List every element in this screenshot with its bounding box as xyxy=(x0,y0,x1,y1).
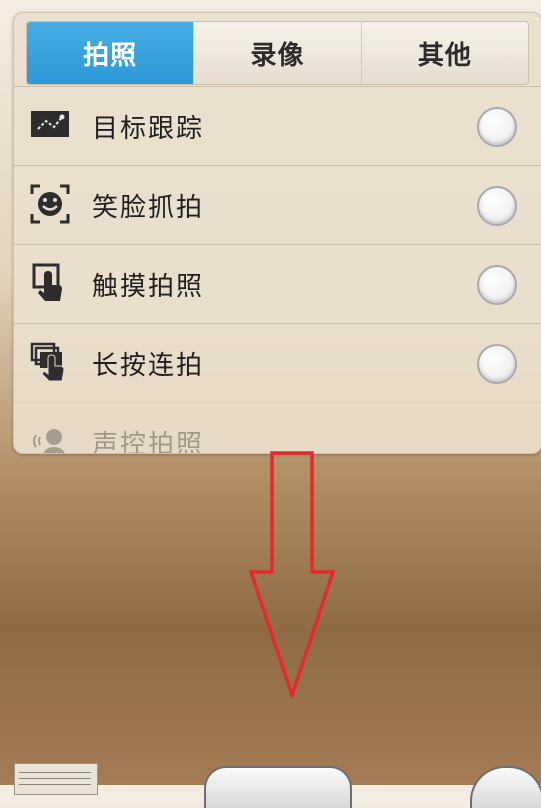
setting-label: 长按连拍 xyxy=(92,350,205,381)
setting-row-smile-capture[interactable]: 笑脸抓拍 xyxy=(14,165,541,244)
setting-row-target-tracking[interactable]: 目标跟踪 xyxy=(14,86,541,165)
target-tracking-toggle[interactable] xyxy=(477,107,517,147)
setting-label: 笑脸抓拍 xyxy=(92,192,205,223)
setting-label: 目标跟踪 xyxy=(92,113,205,144)
target-tracking-icon xyxy=(31,111,69,137)
tab-video[interactable]: 录像 xyxy=(193,22,360,84)
mode-tabs: 拍照 录像 其他 xyxy=(26,21,529,85)
smile-capture-toggle[interactable] xyxy=(477,186,517,226)
voice-control-icon xyxy=(33,429,65,453)
burst-shoot-toggle[interactable] xyxy=(477,344,517,384)
touch-shoot-toggle[interactable] xyxy=(477,265,517,305)
switch-camera-button[interactable] xyxy=(470,766,541,808)
setting-label: 声控拍照 xyxy=(92,429,205,454)
setting-row-burst-shoot[interactable]: 长按连拍 xyxy=(14,323,541,402)
tab-other[interactable]: 其他 xyxy=(360,22,528,84)
camera-settings-panel: 拍照 录像 其他 目标跟踪 笑脸抓拍 触摸拍照 长按连拍 声控拍照 xyxy=(13,12,541,454)
setting-label: 触摸拍照 xyxy=(92,271,205,302)
shutter-button[interactable] xyxy=(204,766,352,808)
settings-list: 目标跟踪 笑脸抓拍 触摸拍照 长按连拍 声控拍照 xyxy=(14,86,541,454)
gallery-thumbnail[interactable] xyxy=(14,763,98,795)
burst-shoot-icon xyxy=(30,342,65,382)
annotation-arrow-icon xyxy=(248,451,336,698)
smile-capture-icon xyxy=(30,184,70,224)
setting-row-touch-shoot[interactable]: 触摸拍照 xyxy=(14,244,541,323)
touch-shoot-icon xyxy=(32,263,62,301)
tab-photo[interactable]: 拍照 xyxy=(27,22,194,84)
setting-row-voice-control[interactable]: 声控拍照 xyxy=(14,402,541,454)
